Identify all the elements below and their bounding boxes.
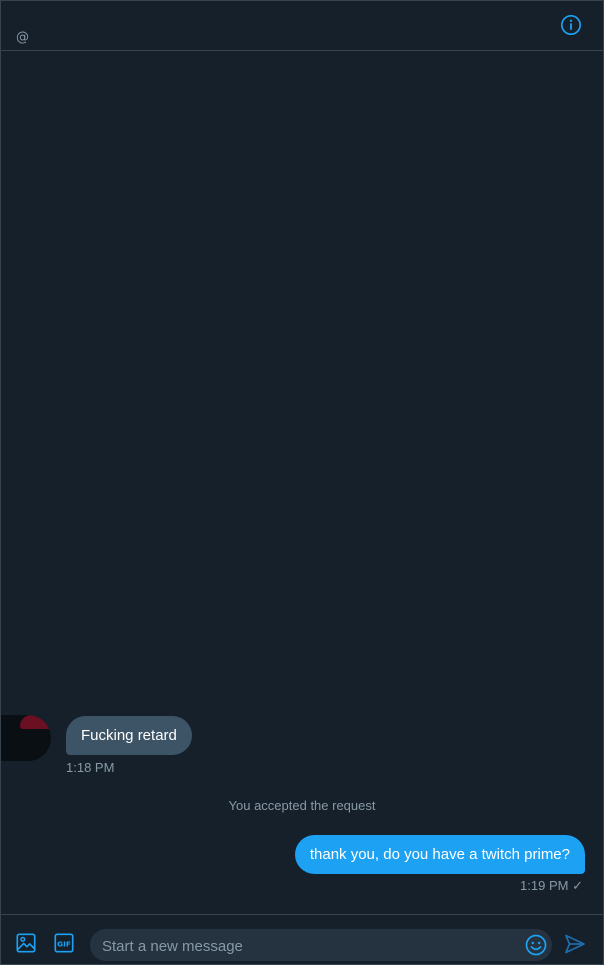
incoming-message-timestamp: 1:18 PM xyxy=(66,760,115,775)
avatar-image xyxy=(20,715,51,729)
sent-checkmark-icon: ✓ xyxy=(572,878,583,893)
avatar[interactable] xyxy=(1,715,51,761)
incoming-message-bubble[interactable]: Fucking retard xyxy=(66,716,192,755)
dm-conversation-window: @ Fucking retard 1:18 PM You accepted th… xyxy=(0,0,604,965)
outgoing-message-meta: 1:19 PM ✓ xyxy=(520,878,583,894)
conversation-header: @ xyxy=(1,1,603,51)
message-input-container xyxy=(90,929,552,963)
message-composer: GIF xyxy=(1,914,603,964)
send-icon[interactable] xyxy=(563,932,587,956)
info-icon[interactable] xyxy=(560,14,582,36)
user-handle[interactable]: @ xyxy=(16,30,29,45)
outgoing-message-timestamp: 1:19 PM xyxy=(520,878,569,893)
gif-icon[interactable]: GIF xyxy=(53,932,75,954)
outgoing-message-bubble[interactable]: thank you, do you have a twitch prime? xyxy=(294,835,585,874)
image-icon[interactable] xyxy=(15,932,37,954)
request-accepted-notice: You accepted the request xyxy=(228,798,376,813)
emoji-icon[interactable] xyxy=(524,933,548,957)
message-input[interactable] xyxy=(100,929,514,963)
gif-label: GIF xyxy=(57,939,71,948)
